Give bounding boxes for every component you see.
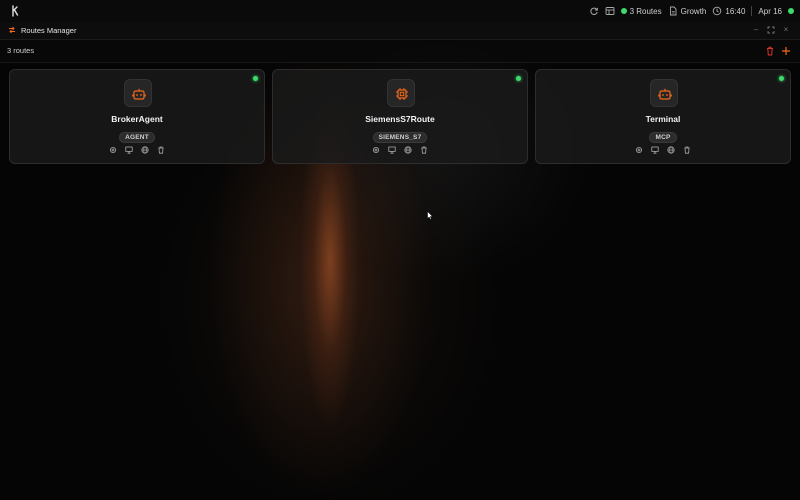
routes-toolbar: 3 routes <box>0 40 800 63</box>
chip-icon <box>387 79 415 107</box>
route-name: Terminal <box>645 114 681 124</box>
maximize-icon[interactable] <box>766 25 776 35</box>
clock: 16:40 <box>712 6 745 16</box>
monitor-icon[interactable] <box>651 146 659 154</box>
status-dot <box>779 76 784 81</box>
status-dot <box>620 8 627 14</box>
route-type-badge: MCP <box>649 132 677 143</box>
robot-icon <box>124 79 152 107</box>
monitor-icon[interactable] <box>388 146 396 154</box>
status-dot <box>516 76 521 81</box>
routes-count: 3 routes <box>7 46 35 55</box>
trash-icon[interactable] <box>157 146 165 154</box>
delete-all-button[interactable] <box>764 45 776 57</box>
mouse-cursor-icon <box>427 211 433 220</box>
trash-icon[interactable] <box>420 146 428 154</box>
route-type-badge: AGENT <box>119 132 155 143</box>
route-type-badge: SIEMENS_S7 <box>372 132 428 143</box>
layout-icon[interactable] <box>605 6 615 16</box>
globe-icon[interactable] <box>667 146 675 154</box>
route-actions <box>273 146 527 154</box>
route-card[interactable]: Terminal MCP <box>535 69 791 164</box>
file-icon <box>669 6 677 16</box>
routes-status-label: 3 Routes <box>629 6 662 16</box>
minimize-icon[interactable]: – <box>751 25 761 35</box>
status-dot <box>253 76 258 81</box>
route-card[interactable]: SiemensS7Route SIEMENS_S7 <box>272 69 528 164</box>
route-actions <box>536 146 790 154</box>
monitor-icon[interactable] <box>125 146 133 154</box>
date-label: Apr 16 <box>758 6 782 16</box>
close-icon[interactable]: × <box>781 25 791 35</box>
time-label: 16:40 <box>725 6 746 16</box>
app-logo-icon[interactable] <box>11 5 19 17</box>
route-actions <box>10 146 264 154</box>
globe-icon[interactable] <box>404 146 412 154</box>
file-indicator[interactable]: Growth <box>668 6 707 16</box>
connection-status-dot <box>788 8 794 14</box>
route-name: SiemensS7Route <box>365 114 435 124</box>
route-name: BrokerAgent <box>111 114 163 124</box>
window-title: Routes Manager <box>21 26 77 35</box>
window-title-bar: Routes Manager – × <box>0 22 800 40</box>
divider <box>751 6 753 16</box>
globe-icon[interactable] <box>141 146 149 154</box>
clock-icon <box>713 6 722 16</box>
settings-icon[interactable] <box>635 146 643 154</box>
routes-status[interactable]: 3 Routes <box>620 6 662 16</box>
trash-icon[interactable] <box>683 146 691 154</box>
settings-icon[interactable] <box>109 146 117 154</box>
settings-icon[interactable] <box>372 146 380 154</box>
routes-icon <box>9 26 15 34</box>
refresh-icon[interactable] <box>589 6 599 16</box>
top-bar: 3 Routes Growth 16:40 Apr 16 <box>0 0 800 23</box>
file-label: Growth <box>680 6 707 16</box>
robot-icon <box>650 79 678 107</box>
add-route-button[interactable] <box>780 45 792 57</box>
route-card[interactable]: BrokerAgent AGENT <box>9 69 265 164</box>
